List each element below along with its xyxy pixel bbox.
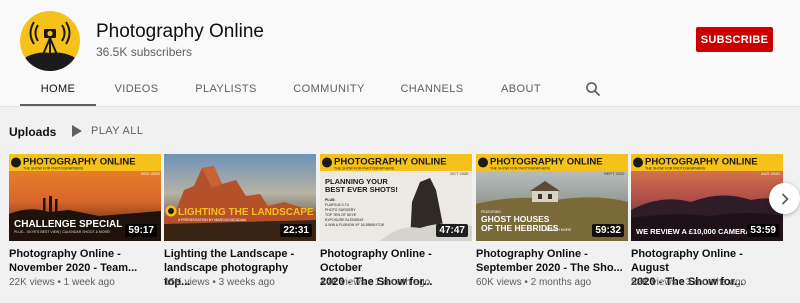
video-thumbnail[interactable]: LIGHTING THE LANDSCAPE A PRESENTATION BY…: [164, 154, 316, 241]
video-duration: 59:17: [125, 224, 157, 237]
thumb-tagline: THE SHOW FOR PHOTOGRAPHERS: [645, 167, 706, 171]
thumb-list-item: EXPOSURE BLENDING: [325, 218, 364, 222]
thumb-headline: BEST EVER SHOTS!: [325, 185, 398, 194]
video-meta: 15K views • 3 weeks ago: [164, 277, 275, 288]
uploads-section: Uploads PLAY ALL PHOTOGRAPHY ONLINE THE …: [0, 107, 800, 303]
video-card[interactable]: PHOTOGRAPHY ONLINE THE SHOW FOR PHOTOGRA…: [631, 154, 783, 294]
video-card[interactable]: PHOTOGRAPHY ONLINE THE SHOW FOR PHOTOGRA…: [476, 154, 628, 294]
thumb-date: SEPT 2020: [604, 171, 625, 176]
tab-home[interactable]: HOME: [20, 72, 96, 106]
video-title[interactable]: Photography Online - November 2020 - Tea…: [9, 247, 161, 275]
shelf-next-button[interactable]: [769, 183, 800, 214]
search-icon[interactable]: [584, 80, 602, 98]
video-title[interactable]: Photography Online - September 2020 - Th…: [476, 247, 628, 275]
thumb-headline: WE REVIEW A £10,000 CAMERA: [636, 227, 751, 236]
thumb-list-item: & WIN A FUJINON XF 16-55MM F2.8!: [325, 223, 384, 227]
video-thumbnail[interactable]: PHOTOGRAPHY ONLINE THE SHOW FOR PHOTOGRA…: [320, 154, 472, 241]
thumb-date: AUG 2020: [761, 171, 780, 176]
thumb-subline: A PRESENTATION BY MARCUS MCADAM: [178, 218, 246, 222]
thumb-tagline: THE SHOW FOR PHOTOGRAPHERS: [23, 167, 84, 171]
video-meta: 58K views • 3 months ago: [631, 277, 747, 288]
video-thumbnail[interactable]: PHOTOGRAPHY ONLINE THE SHOW FOR PHOTOGRA…: [476, 154, 628, 241]
video-duration: 47:47: [436, 224, 468, 237]
video-title-line: Photography Online - October: [320, 248, 432, 274]
thumb-headline: CHALLENGE SPECIAL: [14, 219, 122, 230]
video-title-line: November 2020 - Team...: [9, 262, 138, 274]
thumb-list-head: PLUS:: [325, 198, 336, 202]
play-all-button[interactable]: PLAY ALL: [72, 123, 143, 139]
video-card[interactable]: PHOTOGRAPHY ONLINE THE SHOW FOR PHOTOGRA…: [9, 154, 161, 294]
thumb-tagline: THE SHOW FOR PHOTOGRAPHERS: [334, 167, 395, 171]
thumb-subline: PLUS... SKYE'S BEST VIEW | CALENDAR SHOO…: [14, 230, 110, 234]
video-meta: 44K views • 1 month ago: [320, 277, 431, 288]
thumb-list-item: TOP TEN OF SKYE: [325, 213, 357, 217]
play-all-label: PLAY ALL: [91, 125, 144, 137]
tab-videos[interactable]: VIDEOS: [104, 72, 169, 106]
tripod-camera-logo-icon: [20, 21, 80, 71]
thumb-list-item: FUJIFILM X-T4: [325, 203, 349, 207]
thumb-headline: LIGHTING THE LANDSCAPE: [178, 207, 314, 218]
tab-community[interactable]: COMMUNITY: [286, 72, 372, 106]
video-title-line: Photography Online - August: [631, 248, 743, 274]
subscribe-button[interactable]: SUBSCRIBE: [696, 27, 773, 52]
video-title-line: Lighting the Landscape -: [164, 248, 295, 260]
channel-tabs: HOME VIDEOS PLAYLISTS COMMUNITY CHANNELS…: [0, 72, 800, 106]
thumb-date: NOV 2020: [141, 171, 160, 176]
thumb-list-item: PHOTO SURGERY: [325, 208, 356, 212]
video-title-line: Photography Online -: [9, 248, 121, 260]
tab-about[interactable]: ABOUT: [495, 72, 547, 106]
chevron-right-icon: [781, 193, 788, 204]
thumb-tagline: THE SHOW FOR PHOTOGRAPHERS: [490, 167, 551, 171]
thumb-date: OCT 2020: [450, 171, 469, 176]
video-title-line: Photography Online -: [476, 248, 588, 260]
video-meta: 60K views • 2 months ago: [476, 277, 592, 288]
video-duration: 53:59: [747, 224, 779, 237]
video-card[interactable]: PHOTOGRAPHY ONLINE THE SHOW FOR PHOTOGRA…: [320, 154, 472, 294]
video-title-line: September 2020 - The Sho...: [476, 262, 623, 274]
channel-avatar[interactable]: [20, 11, 80, 71]
tab-playlists[interactable]: PLAYLISTS: [186, 72, 266, 106]
thumb-subline: & MUCH MORE: [546, 228, 572, 232]
channel-name: Photography Online: [96, 21, 264, 42]
tab-channels[interactable]: CHANNELS: [393, 72, 471, 106]
video-card[interactable]: LIGHTING THE LANDSCAPE A PRESENTATION BY…: [164, 154, 316, 294]
play-icon: [72, 125, 82, 137]
video-thumbnail[interactable]: PHOTOGRAPHY ONLINE THE SHOW FOR PHOTOGRA…: [9, 154, 161, 241]
video-duration: 59:32: [592, 224, 624, 237]
uploads-title[interactable]: Uploads: [9, 125, 56, 139]
video-duration: 22:31: [280, 224, 312, 237]
video-thumbnail[interactable]: PHOTOGRAPHY ONLINE THE SHOW FOR PHOTOGRA…: [631, 154, 783, 241]
video-meta: 22K views • 1 week ago: [9, 277, 115, 288]
subscriber-count: 36.5K subscribers: [96, 45, 193, 59]
